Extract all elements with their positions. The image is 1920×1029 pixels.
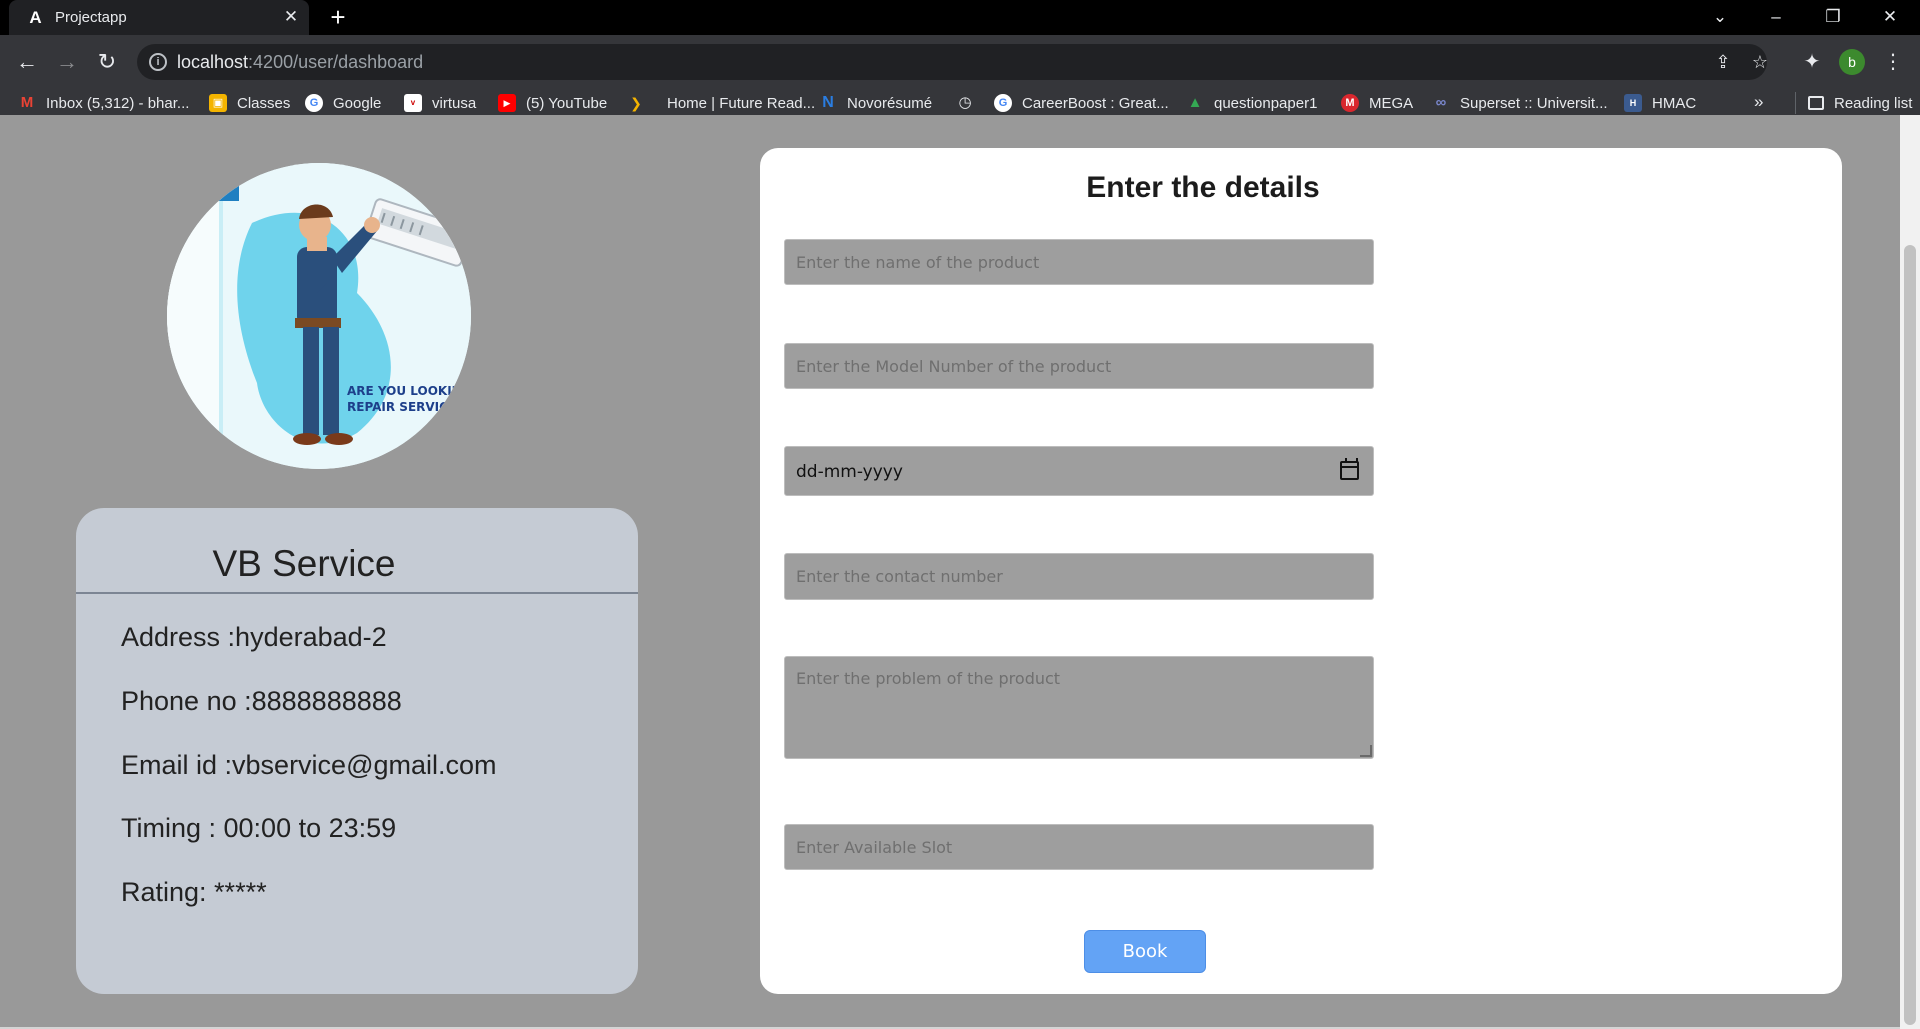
- contact-number-input[interactable]: [784, 553, 1374, 600]
- google-classroom-icon: ▣: [209, 94, 227, 112]
- youtube-icon: ▶: [498, 94, 516, 112]
- minimize-button[interactable]: –: [1748, 0, 1804, 35]
- virtusa-icon: v: [404, 94, 422, 112]
- mega-icon: M: [1341, 94, 1359, 112]
- tab-title: Projectapp: [55, 9, 127, 26]
- model-number-input[interactable]: [784, 343, 1374, 389]
- close-tab-icon[interactable]: ✕: [281, 7, 301, 27]
- reading-list-button[interactable]: Reading list: [1795, 92, 1912, 114]
- bookmark-item[interactable]: N Novorésumé: [819, 92, 932, 114]
- provider-name: VB Service: [212, 543, 396, 584]
- provider-image: ARE YOU LOOKING A REPAIR SERVICE: [167, 163, 471, 469]
- bookmark-item[interactable]: ▣ Classes: [209, 92, 290, 114]
- share-icon[interactable]: ⇪: [1712, 51, 1734, 73]
- new-tab-button[interactable]: +: [324, 3, 352, 31]
- provider-email: Email id :vbservice@gmail.com: [121, 750, 497, 780]
- image-caption: ARE YOU LOOKING A: [347, 384, 471, 398]
- forward-icon[interactable]: →: [52, 47, 82, 77]
- bookmark-item[interactable]: M MEGA: [1341, 92, 1413, 114]
- resize-handle-icon[interactable]: [1360, 745, 1372, 757]
- page-scrollbar[interactable]: [1900, 115, 1920, 1029]
- bookmark-item[interactable]: ▶ (5) YouTube: [498, 92, 607, 114]
- extensions-puzzle-icon[interactable]: ✦: [1799, 49, 1825, 75]
- product-name-input[interactable]: [784, 239, 1374, 285]
- site-info-icon[interactable]: i: [149, 53, 167, 71]
- gmail-icon: M: [20, 94, 34, 111]
- bookmark-item[interactable]: ❯ Home | Future Read...: [627, 92, 815, 114]
- date-placeholder: dd-mm-yyyy: [796, 462, 903, 482]
- available-slot-input[interactable]: [784, 824, 1374, 870]
- bookmark-item[interactable]: v virtusa: [404, 92, 476, 114]
- hmac-icon: H: [1624, 94, 1642, 112]
- back-icon[interactable]: ←: [12, 47, 42, 77]
- google-icon: G: [305, 94, 323, 112]
- problem-textarea[interactable]: [784, 656, 1374, 759]
- reading-list-icon: [1808, 96, 1824, 110]
- bookmarks-bar: M Inbox (5,312) - bhar... ▣ Classes G Googl…: [0, 90, 1920, 115]
- profile-avatar[interactable]: b: [1839, 49, 1865, 75]
- superset-icon: ∞: [1435, 94, 1447, 111]
- browser-menu-icon[interactable]: ⋮: [1880, 49, 1906, 75]
- booking-form: Enter the details dd-mm-yyyy Book: [760, 148, 1842, 994]
- angular-favicon-icon: A: [29, 8, 42, 27]
- bookmark-star-icon[interactable]: ☆: [1749, 51, 1771, 73]
- date-input[interactable]: dd-mm-yyyy: [784, 446, 1374, 496]
- provider-details-card: VB Service Address :hyderabad-2 Phone no…: [76, 508, 638, 994]
- bookmark-item[interactable]: ▲ questionpaper1: [1186, 92, 1318, 114]
- image-caption: REPAIR SERVICE: [347, 400, 456, 414]
- google-icon: G: [994, 94, 1012, 112]
- bookmark-item[interactable]: M Inbox (5,312) - bhar...: [18, 92, 190, 114]
- url-text[interactable]: localhost:4200/user/dashboard: [177, 52, 423, 72]
- browser-toolbar: ← → ↻ i localhost:4200/user/dashboard ⇪ …: [0, 35, 1920, 90]
- tab-strip: A Projectapp ✕ + ⌄ – ❐ ✕: [0, 0, 1920, 35]
- history-icon: ◷: [958, 94, 972, 111]
- bookmark-item[interactable]: ◷: [956, 92, 984, 114]
- google-drive-icon: ▲: [1187, 94, 1203, 111]
- provider-rating: Rating: *****: [121, 877, 267, 907]
- reload-icon[interactable]: ↻: [92, 47, 122, 77]
- address-bar[interactable]: i localhost:4200/user/dashboard ⇪ ☆: [137, 44, 1768, 80]
- form-title: Enter the details: [1086, 171, 1320, 204]
- calendar-icon[interactable]: [1340, 458, 1359, 480]
- repair-technician-illustration: ARE YOU LOOKING A REPAIR SERVICE: [167, 163, 471, 469]
- provider-address: Address :hyderabad-2: [121, 622, 387, 652]
- book-button[interactable]: Book: [1084, 930, 1206, 973]
- more-bookmarks-icon[interactable]: »: [1754, 92, 1763, 112]
- future-ready-icon: ❯: [630, 95, 642, 111]
- provider-phone: Phone no :8888888888: [121, 686, 402, 716]
- browser-tab-active[interactable]: A Projectapp ✕: [9, 0, 309, 35]
- tab-search-icon[interactable]: ⌄: [1692, 0, 1748, 35]
- divider: [76, 592, 638, 594]
- close-window-button[interactable]: ✕: [1862, 0, 1918, 35]
- restore-button[interactable]: ❐: [1805, 0, 1861, 35]
- bookmark-item[interactable]: G Google: [305, 92, 381, 114]
- novoresume-icon: N: [822, 94, 834, 111]
- bookmark-item[interactable]: ∞ Superset :: Universit...: [1432, 92, 1608, 114]
- provider-timing: Timing : 00:00 to 23:59: [121, 813, 397, 843]
- bookmark-item[interactable]: G CareerBoost : Great...: [994, 92, 1169, 114]
- scrollbar-thumb[interactable]: [1904, 245, 1916, 1025]
- bookmark-item[interactable]: H HMAC: [1624, 92, 1696, 114]
